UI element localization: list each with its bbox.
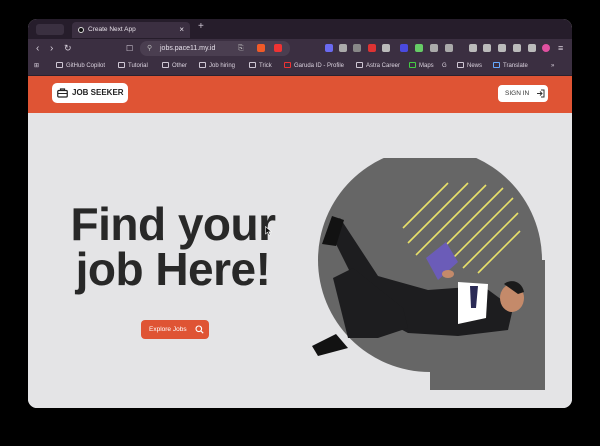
sidebar-icon[interactable] — [483, 44, 491, 52]
tab-overview-button[interactable] — [36, 24, 64, 35]
folder-icon — [199, 62, 206, 68]
maps-pin-icon — [409, 62, 416, 68]
share-icon[interactable]: ⎘ — [238, 41, 244, 56]
headline-line-2: job Here! — [75, 243, 271, 295]
tab-bar: Create Next App × + — [28, 19, 572, 39]
google-icon[interactable]: G — [442, 58, 447, 75]
copilot-icon — [56, 62, 63, 68]
bookmark-item[interactable]: Garuda ID - Profile — [284, 58, 344, 75]
sign-in-button[interactable]: SIGN IN — [498, 85, 548, 102]
extension-icon[interactable] — [513, 44, 521, 52]
forward-icon[interactable]: › — [50, 42, 53, 55]
bookmark-icon[interactable]: ☐ — [126, 42, 133, 55]
tab-title: Create Next App — [88, 26, 136, 33]
bookmark-item[interactable]: Maps — [409, 58, 434, 75]
extension-icon[interactable] — [339, 44, 347, 52]
extension-icon[interactable] — [415, 44, 423, 52]
brave-rewards-icon[interactable] — [274, 44, 282, 52]
sign-in-label: SIGN IN — [505, 90, 530, 97]
extension-icon[interactable] — [325, 44, 333, 52]
hero-section: Find your job Here! Explore Jobs — [28, 113, 572, 408]
garuda-icon — [284, 62, 291, 68]
bookmark-item[interactable]: GitHub Copilot — [56, 58, 105, 75]
bookmark-item[interactable]: News — [457, 58, 482, 75]
hero-headline: Find your job Here! — [58, 198, 288, 295]
menu-icon[interactable]: ≡ — [558, 42, 563, 55]
new-tab-icon[interactable]: + — [198, 21, 204, 32]
bookmark-item[interactable]: Other — [162, 58, 187, 75]
bookmark-item[interactable]: Translate — [493, 58, 528, 75]
mouse-cursor-icon — [265, 226, 273, 236]
brave-shield-icon[interactable] — [257, 44, 265, 52]
extension-icon[interactable] — [430, 44, 438, 52]
favicon-icon — [78, 27, 84, 33]
search-icon — [195, 325, 204, 334]
site-header: JOB SEEKER SIGN IN — [28, 76, 572, 113]
briefcase-icon — [57, 88, 68, 98]
news-icon — [457, 62, 464, 68]
extension-icon[interactable] — [498, 44, 506, 52]
extension-icon[interactable] — [400, 44, 408, 52]
folder-icon — [118, 62, 125, 68]
translate-icon — [493, 62, 500, 68]
apps-grid-icon[interactable]: ⊞ — [34, 58, 39, 75]
tab-create-next-app[interactable]: Create Next App × — [72, 22, 190, 38]
more-bookmarks-icon[interactable]: » — [551, 58, 554, 75]
folder-icon — [162, 62, 169, 68]
address-bar[interactable]: ⚲ jobs.pace11.my.id ⎘ — [140, 41, 290, 56]
logo-text: JOB SEEKER — [72, 88, 124, 97]
extension-icon[interactable] — [382, 44, 390, 52]
explore-jobs-label: Explore Jobs — [149, 326, 187, 333]
hero-illustration — [312, 158, 545, 390]
profile-icon[interactable] — [542, 44, 550, 52]
back-icon[interactable]: ‹ — [36, 42, 39, 55]
extension-icon[interactable] — [353, 44, 361, 52]
close-tab-icon[interactable]: × — [179, 22, 184, 38]
extension-icon[interactable] — [528, 44, 536, 52]
bookmark-item[interactable]: Job hiring — [199, 58, 235, 75]
reload-icon[interactable]: ↻ — [64, 42, 72, 55]
navigation-bar: ‹ › ↻ ☐ ⚲ jobs.pace11.my.id ⎘ ≡ — [28, 39, 572, 58]
explore-jobs-button[interactable]: Explore Jobs — [141, 320, 209, 339]
url-text: jobs.pace11.my.id — [160, 45, 216, 52]
bookmark-item[interactable]: Astra Career — [356, 58, 400, 75]
logo-button[interactable]: JOB SEEKER — [52, 83, 128, 103]
browser-window: Create Next App × + ‹ › ↻ ☐ ⚲ jobs.pace1… — [28, 19, 572, 408]
extension-icon[interactable] — [445, 44, 453, 52]
login-icon — [537, 89, 545, 98]
site-info-icon[interactable]: ⚲ — [147, 41, 152, 56]
bookmark-item[interactable]: Tutorial — [118, 58, 148, 75]
extension-icon[interactable] — [368, 44, 376, 52]
folder-icon — [249, 62, 256, 68]
extension-icon[interactable] — [469, 44, 477, 52]
bookmarks-bar: ⊞ GitHub Copilot Tutorial Other Job hiri… — [28, 58, 572, 76]
bookmark-item[interactable]: Trick — [249, 58, 272, 75]
headline-line-1: Find your — [70, 198, 276, 250]
astra-icon — [356, 62, 363, 68]
